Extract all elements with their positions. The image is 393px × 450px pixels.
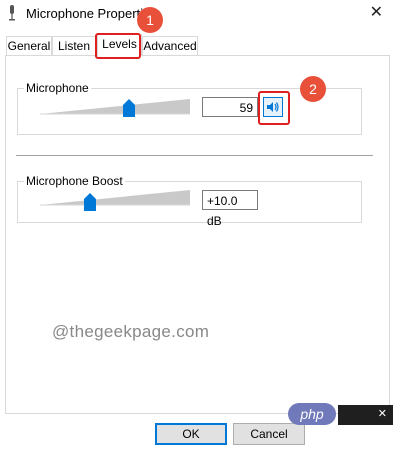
callout-highlight-levels-tab	[95, 33, 141, 59]
boost-slider-thumb[interactable]	[84, 193, 96, 211]
microphone-slider-thumb[interactable]	[122, 99, 135, 117]
section-divider	[16, 155, 373, 156]
overlay-bar: ✕	[338, 405, 393, 425]
close-button[interactable]: ✕	[370, 2, 383, 22]
microphone-level-slider[interactable]	[40, 95, 192, 119]
microphone-boost-slider[interactable]	[40, 186, 192, 210]
tab-advanced[interactable]: Advanced	[142, 36, 198, 55]
microphone-level-value[interactable]: 59	[202, 97, 258, 117]
step-badge-1: 1	[137, 7, 163, 33]
ok-button[interactable]: OK	[155, 423, 227, 445]
watermark: @thegeekpage.com	[52, 322, 210, 341]
tab-general[interactable]: General	[6, 36, 52, 55]
tab-listen[interactable]: Listen	[52, 36, 96, 55]
overlay-close-icon[interactable]: ✕	[378, 407, 387, 420]
microphone-label: Microphone	[24, 81, 91, 95]
cancel-button[interactable]: Cancel	[233, 423, 305, 445]
php-logo: php	[288, 403, 336, 425]
step-badge-2: 2	[300, 76, 326, 102]
microphone-boost-value[interactable]: +10.0 dB	[202, 190, 258, 228]
title-bar: Microphone Properties ✕	[0, 0, 393, 28]
callout-highlight-mute-button	[258, 91, 290, 125]
microphone-icon	[9, 5, 15, 21]
